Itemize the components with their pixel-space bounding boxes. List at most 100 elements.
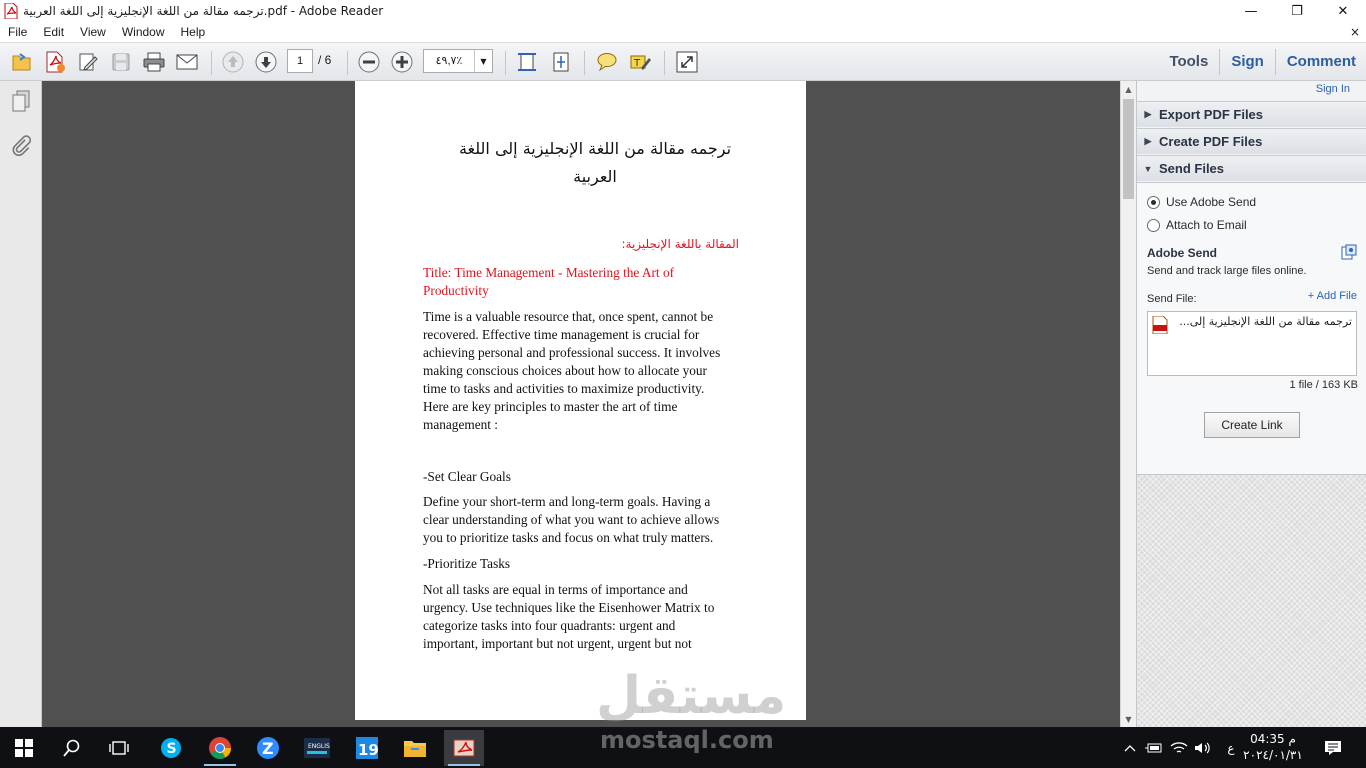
adobe-reader-taskbar-icon[interactable]: [444, 730, 484, 766]
menu-help[interactable]: Help: [173, 25, 214, 39]
zoom-app-icon[interactable]: Z: [248, 730, 288, 766]
file-list[interactable]: ترجمه مقالة من اللغة الإنجليزية إلى...: [1147, 311, 1357, 376]
section-heading-ar: المقالة باللغة الإنجليزية:: [621, 237, 739, 251]
menu-bar: File Edit View Window Help ×: [0, 22, 1366, 42]
text-line: time to tasks and activities to maximize…: [423, 381, 705, 396]
zoom-out-icon[interactable]: [357, 51, 381, 73]
attachment-icon[interactable]: [9, 133, 33, 157]
full-screen-icon[interactable]: [675, 51, 699, 73]
watermark-logo: مستقل: [596, 666, 787, 726]
skype-icon[interactable]: S: [151, 730, 191, 766]
zoom-select[interactable]: ٤٩,٧٪ ▼: [423, 49, 493, 73]
paragraph: Define your short-term and long-term goa…: [423, 493, 743, 547]
title-bar: ترجمه مقالة من اللغة الإنجليزية إلى اللغ…: [0, 0, 1366, 22]
chrome-icon[interactable]: [200, 730, 240, 766]
page-thumbnails-icon[interactable]: [9, 89, 33, 113]
svg-text:ENGLISH: ENGLISH: [308, 743, 330, 750]
wifi-icon[interactable]: [1168, 727, 1190, 768]
menu-view[interactable]: View: [72, 25, 114, 39]
file-count: 1 file / 163 KB: [1289, 379, 1359, 391]
open-file-icon[interactable]: [10, 51, 34, 73]
minimize-button[interactable]: —: [1228, 0, 1274, 22]
zoom-value[interactable]: ٤٩,٧٪: [424, 50, 474, 72]
windows-start-icon[interactable]: [4, 730, 44, 766]
radio-attach-to-email[interactable]: Attach to Email: [1147, 218, 1247, 232]
scroll-up-icon[interactable]: ▲: [1121, 81, 1136, 97]
zoom-in-icon[interactable]: [390, 51, 414, 73]
radio-use-adobe-send[interactable]: Use Adobe Send: [1147, 195, 1256, 209]
scrollbar-thumb[interactable]: [1123, 99, 1134, 199]
email-icon[interactable]: [175, 51, 199, 73]
radio-label: Use Adobe Send: [1166, 195, 1257, 209]
sign-in-link[interactable]: Sign In: [1316, 83, 1350, 95]
panel-label: Create PDF Files: [1159, 134, 1263, 149]
pane-background: [1137, 474, 1366, 727]
text-line: recovered. Effective time management is …: [423, 327, 700, 342]
document-scrollbar[interactable]: ▲ ▼: [1120, 81, 1136, 727]
save-icon[interactable]: [109, 51, 133, 73]
chevron-down-icon[interactable]: ▼: [474, 50, 492, 72]
edit-icon[interactable]: [76, 51, 100, 73]
page-number-input[interactable]: 1: [287, 49, 313, 73]
maximize-button[interactable]: ❐: [1274, 0, 1320, 22]
radio-button[interactable]: [1147, 195, 1160, 209]
tools-button[interactable]: Tools: [1158, 49, 1219, 75]
radio-button[interactable]: [1147, 218, 1160, 232]
task-view-icon[interactable]: [99, 730, 139, 766]
panel-label: Export PDF Files: [1159, 107, 1264, 122]
send-info-icon[interactable]: [1341, 244, 1357, 260]
document-title-line-2: العربية: [573, 167, 617, 186]
menu-window[interactable]: Window: [114, 25, 173, 39]
file-explorer-icon[interactable]: [395, 730, 435, 766]
next-page-icon[interactable]: [254, 51, 278, 73]
article-title-line: Productivity: [423, 283, 489, 298]
comment-icon[interactable]: [595, 51, 619, 73]
adobe-send-title: Adobe Send: [1147, 246, 1218, 260]
close-button[interactable]: ✕: [1320, 0, 1366, 22]
sign-button[interactable]: Sign: [1220, 49, 1275, 75]
fit-page-icon[interactable]: [549, 51, 573, 73]
scroll-down-icon[interactable]: ▼: [1121, 711, 1136, 727]
panel-create-pdf[interactable]: ▶ Create PDF Files: [1137, 128, 1366, 154]
text-line: management :: [423, 417, 498, 432]
svg-text:19: 19: [358, 741, 379, 759]
subheading: -Prioritize Tasks: [423, 556, 511, 571]
add-file-link[interactable]: + Add File: [1308, 290, 1357, 302]
clock-time: 04:35 م: [1250, 732, 1296, 746]
previous-page-icon[interactable]: [221, 51, 245, 73]
comment-button[interactable]: Comment: [1276, 49, 1366, 75]
text-line: Define your short-term and long-term goa…: [423, 494, 711, 509]
file-name: ترجمه مقالة من اللغة الإنجليزية إلى...: [1179, 315, 1352, 328]
battery-icon[interactable]: [1143, 727, 1165, 768]
clock-date: ٢٠٢٤/٠١/٣١: [1243, 748, 1303, 762]
svg-text:S: S: [167, 741, 177, 757]
paragraph: Not all tasks are equal in terms of impo…: [423, 581, 743, 653]
text-line: categorize tasks into four quadrants: ur…: [423, 618, 676, 633]
document-close-button[interactable]: ×: [1350, 25, 1360, 39]
text-line: you to prioritize tasks and focus on wha…: [423, 530, 714, 545]
menu-file[interactable]: File: [0, 25, 35, 39]
document-viewer[interactable]: ترجمه مقالة من اللغة الإنجليزية إلى اللغ…: [42, 81, 1120, 727]
document-title: ترجمه مقالة من اللغة الإنجليزية إلى اللغ…: [415, 135, 775, 191]
pdf-page: ترجمه مقالة من اللغة الإنجليزية إلى اللغ…: [355, 81, 806, 720]
create-link-button[interactable]: Create Link: [1204, 412, 1300, 438]
print-icon[interactable]: [142, 51, 166, 73]
clock[interactable]: 04:35 م ٢٠٢٤/٠١/٣١: [1240, 731, 1306, 763]
fit-width-icon[interactable]: [515, 51, 539, 73]
volume-icon[interactable]: [1192, 727, 1214, 768]
calendar-app-icon[interactable]: 19: [347, 730, 387, 766]
notifications-icon[interactable]: [1318, 727, 1348, 768]
menu-edit[interactable]: Edit: [35, 25, 72, 39]
chevron-up-icon[interactable]: [1120, 727, 1140, 768]
svg-text:T: T: [633, 58, 641, 69]
create-pdf-icon[interactable]: [43, 51, 67, 73]
adobe-reader-window: ترجمه مقالة من اللغة الإنجليزية إلى اللغ…: [0, 0, 1366, 768]
text-line: important, important but not urgent, urg…: [423, 636, 692, 651]
panel-send-files[interactable]: ▼ Send Files: [1137, 155, 1366, 181]
pdf-file-icon: [3, 3, 19, 19]
app-icon[interactable]: ENGLISH: [297, 730, 337, 766]
input-language[interactable]: ع: [1220, 727, 1242, 768]
search-icon[interactable]: [52, 730, 92, 766]
panel-export-pdf[interactable]: ▶ Export PDF Files: [1137, 101, 1366, 127]
highlight-icon[interactable]: T: [628, 51, 652, 73]
